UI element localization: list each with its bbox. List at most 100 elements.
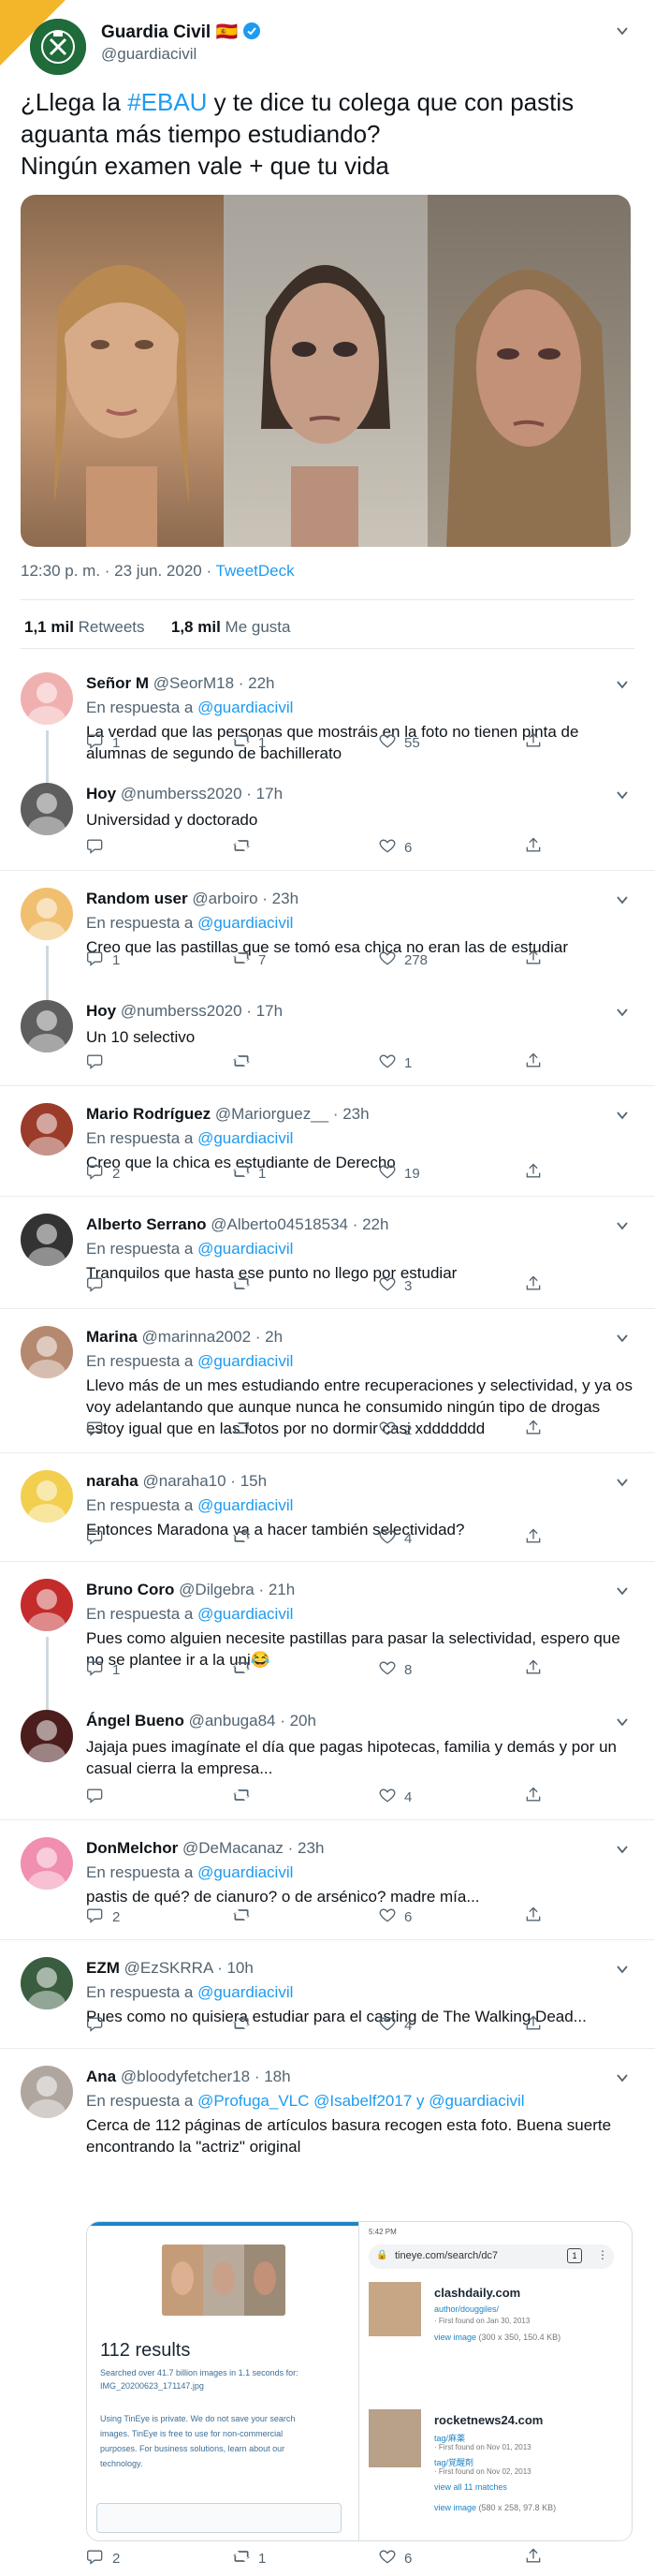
retweet-button[interactable] xyxy=(232,1787,258,1807)
avatar[interactable] xyxy=(21,1326,73,1378)
like-button[interactable]: 55 xyxy=(378,732,420,753)
reply-tweet[interactable]: naraha @naraha10 · 15h En respuesta a @gu… xyxy=(0,1453,655,1562)
retweet-button[interactable] xyxy=(232,2015,258,2036)
browser-url-bar[interactable]: 🔒 tineye.com/search/dc7 1 ⋮ xyxy=(369,2245,614,2269)
tweet-photo[interactable] xyxy=(21,195,631,547)
reply-button[interactable]: 2 xyxy=(86,1163,120,1184)
retweet-button[interactable]: 1 xyxy=(232,1163,266,1184)
avatar[interactable] xyxy=(21,2066,73,2118)
share-button[interactable] xyxy=(524,949,543,970)
reply-tweet[interactable]: DonMelchor @DeMacanaz · 23h En respuesta … xyxy=(0,1820,655,1940)
result-thumb-2[interactable] xyxy=(369,2409,421,2467)
reply-author-name[interactable]: Señor M xyxy=(86,674,149,692)
reply-author-handle[interactable]: @Dilgebra · 21h xyxy=(179,1581,295,1598)
retweet-button[interactable]: 1 xyxy=(232,2548,266,2569)
avatar[interactable] xyxy=(21,1470,73,1523)
chevron-down-icon[interactable] xyxy=(616,1109,629,1122)
reply-author-handle[interactable]: @naraha10 · 15h xyxy=(142,1472,267,1490)
reply-tweet[interactable]: Mario Rodríguez @Mariorguez__ · 23h En re… xyxy=(0,1086,655,1197)
reply-author-name[interactable]: Random user xyxy=(86,890,188,907)
reply-author-handle[interactable]: @bloodyfetcher18 · 18h xyxy=(121,2068,291,2085)
reply-tweet[interactable]: Random user @arboiro · 23h En respuesta a… xyxy=(0,871,655,1000)
mention-link[interactable]: @Profuga_VLC @Isabelf2017 y @guardiacivi… xyxy=(197,2092,524,2110)
chevron-down-icon[interactable] xyxy=(616,2071,629,2084)
like-button[interactable]: 6 xyxy=(378,837,412,858)
reply-author-handle[interactable]: @DeMacanaz · 23h xyxy=(182,1839,324,1857)
reply-button[interactable]: 1 xyxy=(86,1659,120,1680)
avatar[interactable] xyxy=(21,888,73,940)
chevron-down-icon[interactable] xyxy=(616,788,629,802)
avatar[interactable] xyxy=(21,1710,73,1762)
chevron-down-icon[interactable] xyxy=(616,1584,629,1597)
hashtag-link[interactable]: #EBAU xyxy=(127,88,207,116)
chevron-down-icon[interactable] xyxy=(616,893,629,906)
tweet-time[interactable]: 12:30 p. m. · 23 jun. 2020 · xyxy=(21,562,216,580)
embedded-screenshot[interactable]: 112 results Searched over 41.7 billion i… xyxy=(86,2221,633,2541)
retweet-button[interactable] xyxy=(232,1275,258,1296)
reply-author-name[interactable]: EZM xyxy=(86,1959,120,1977)
reply-author-name[interactable]: naraha xyxy=(86,1472,138,1490)
reply-author-name[interactable]: Alberto Serrano xyxy=(86,1215,206,1233)
reply-tweet[interactable]: Ángel Bueno @anbuga84 · 20h Jajaja pues i… xyxy=(0,1693,655,1820)
retweet-button[interactable] xyxy=(232,1420,258,1440)
guardia-civil-avatar[interactable] xyxy=(30,19,86,75)
more-icon[interactable]: ⋮ xyxy=(597,2248,608,2261)
mention-link[interactable]: @guardiacivil xyxy=(197,699,293,716)
reply-tweet[interactable]: Hoy @numberss2020 · 17h Un 10 selectivo 1 xyxy=(0,983,655,1086)
author-name[interactable]: Guardia Civil 🇪🇸 xyxy=(101,21,261,46)
chevron-down-icon[interactable] xyxy=(616,1715,629,1729)
reply-button[interactable] xyxy=(86,837,112,858)
reply-author-name[interactable]: Hoy xyxy=(86,785,116,802)
result-view-all[interactable]: view all 11 matches xyxy=(434,2482,507,2492)
reply-author-handle[interactable]: @SeorM18 · 22h xyxy=(153,674,275,692)
chevron-down-icon[interactable] xyxy=(616,1476,629,1489)
avatar[interactable] xyxy=(21,1579,73,1631)
reply-author-name[interactable]: Ana xyxy=(86,2068,116,2085)
chevron-down-icon[interactable] xyxy=(616,1219,629,1232)
retweet-button[interactable] xyxy=(232,1528,258,1549)
reply-button[interactable]: 2 xyxy=(86,1906,120,1927)
reply-tweet[interactable]: Alberto Serrano @Alberto04518534 · 22h En… xyxy=(0,1197,655,1309)
avatar[interactable] xyxy=(21,1214,73,1266)
reply-tweet[interactable]: Bruno Coro @Dilgebra · 21h En respuesta a… xyxy=(0,1562,655,1710)
reply-author-handle[interactable]: @Alberto04518534 · 22h xyxy=(211,1215,388,1233)
result-site-2[interactable]: rocketnews24.com xyxy=(434,2413,543,2427)
retweet-button[interactable] xyxy=(232,837,258,858)
retweet-button[interactable]: 7 xyxy=(232,949,266,970)
mention-link[interactable]: @guardiacivil xyxy=(197,1605,293,1623)
chevron-down-icon[interactable] xyxy=(616,1006,629,1019)
avatar[interactable] xyxy=(21,672,73,725)
like-button[interactable]: 6 xyxy=(378,2548,412,2569)
like-button[interactable]: 1 xyxy=(378,1052,412,1073)
reply-button[interactable] xyxy=(86,2015,112,2036)
share-button[interactable] xyxy=(524,837,543,858)
retweets-stat[interactable]: 1,1 mil Retweets xyxy=(24,618,145,636)
reply-button[interactable]: 1 xyxy=(86,732,120,753)
reply-author-handle[interactable]: @numberss2020 · 17h xyxy=(121,1002,283,1020)
reply-author-name[interactable]: Marina xyxy=(86,1328,138,1346)
avatar[interactable] xyxy=(21,1957,73,2009)
search-box[interactable] xyxy=(96,2503,342,2533)
reply-author-name[interactable]: Ángel Bueno xyxy=(86,1712,184,1730)
mention-link[interactable]: @guardiacivil xyxy=(197,1496,293,1514)
reply-button[interactable]: 2 xyxy=(86,2548,120,2569)
chevron-down-icon[interactable] xyxy=(616,678,629,691)
reply-button[interactable]: 1 xyxy=(86,949,120,970)
share-button[interactable] xyxy=(524,1906,543,1927)
result-thumb-1[interactable] xyxy=(369,2282,421,2336)
mention-link[interactable]: @guardiacivil xyxy=(197,1240,293,1258)
avatar[interactable] xyxy=(21,1837,73,1890)
mention-link[interactable]: @guardiacivil xyxy=(197,1863,293,1881)
reply-author-handle[interactable]: @Mariorguez__ · 23h xyxy=(215,1105,370,1123)
share-button[interactable] xyxy=(524,732,543,753)
like-button[interactable]: 278 xyxy=(378,949,428,970)
share-button[interactable] xyxy=(524,1275,543,1296)
reply-button[interactable] xyxy=(86,1528,112,1549)
reply-author-handle[interactable]: @marinna2002 · 2h xyxy=(142,1328,284,1346)
mention-link[interactable]: @guardiacivil xyxy=(197,1983,293,2001)
retweet-button[interactable]: 1 xyxy=(232,732,266,753)
reply-author-name[interactable]: Mario Rodríguez xyxy=(86,1105,211,1123)
reply-author-handle[interactable]: @anbuga84 · 20h xyxy=(189,1712,316,1730)
reply-button[interactable] xyxy=(86,1052,112,1073)
avatar[interactable] xyxy=(21,1103,73,1156)
